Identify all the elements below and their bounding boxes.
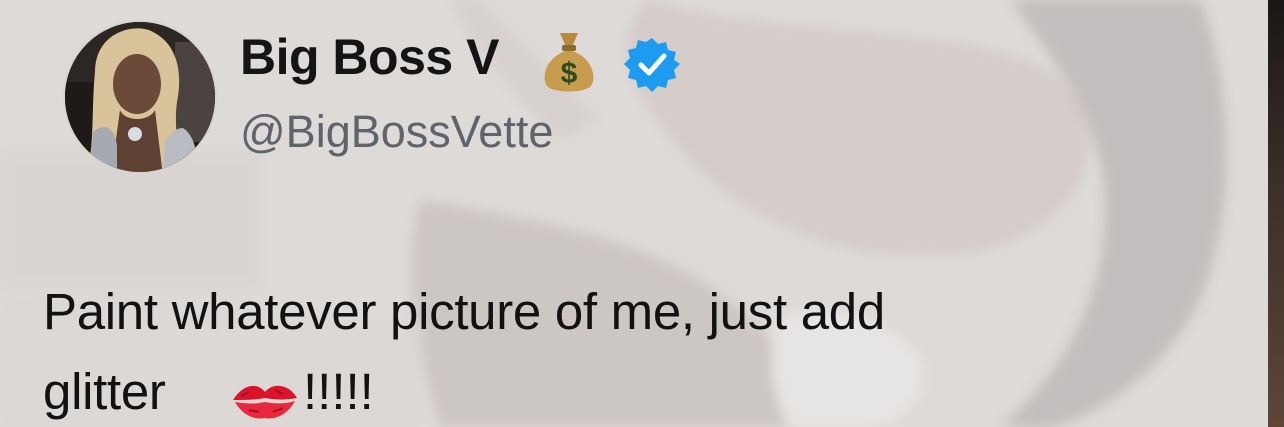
tweet-text-line-1: Paint whatever picture of me, just add (43, 283, 885, 340)
verified-badge-icon (624, 38, 680, 92)
edge-strip (1268, 0, 1284, 427)
tweet-text-tail: !!!!! (303, 363, 374, 420)
display-name[interactable]: Big Boss V (240, 28, 499, 86)
avatar-image (65, 22, 215, 172)
money-bag-icon: $ (544, 33, 594, 92)
tweet-screenshot: Big Boss V $ @BigBossVette Paint whateve… (0, 0, 1284, 427)
avatar[interactable] (63, 20, 217, 174)
user-handle[interactable]: @BigBossVette (240, 106, 553, 158)
tweet-text-line-2: glitter (43, 363, 166, 420)
kiss-mark-icon (233, 385, 297, 419)
svg-text:$: $ (561, 57, 578, 90)
